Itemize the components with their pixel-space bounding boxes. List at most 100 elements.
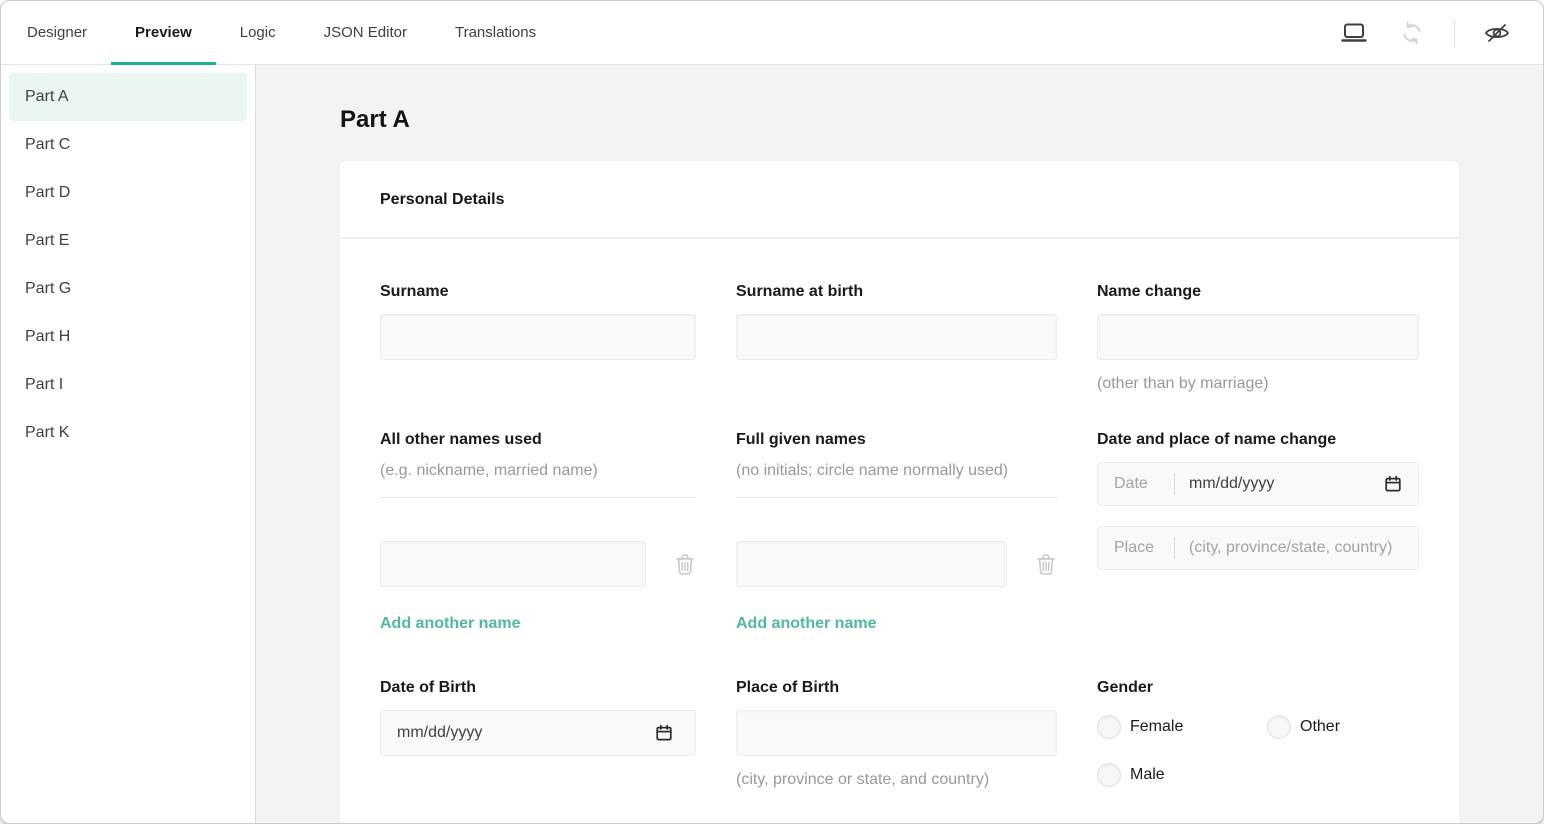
hide-invisible-fields-icon bbox=[1483, 21, 1511, 45]
tab-preview[interactable]: Preview bbox=[111, 1, 216, 64]
trash-icon bbox=[1036, 553, 1056, 575]
page-title: Part A bbox=[340, 105, 1459, 135]
add-other-name-link[interactable]: Add another name bbox=[380, 615, 520, 633]
tab-preview-label: Preview bbox=[135, 24, 192, 41]
given-name-entry-row bbox=[736, 541, 1057, 587]
input-prefix-divider bbox=[1174, 537, 1175, 559]
device-select-button[interactable] bbox=[1334, 13, 1374, 53]
dynamic-panel-separator bbox=[736, 497, 1057, 498]
tab-designer-label: Designer bbox=[27, 24, 87, 41]
full-given-names-description: (no initials; circle name normally used) bbox=[736, 462, 1057, 480]
question-name-change-details: Date and place of name change Date mm/dd… bbox=[1097, 431, 1419, 633]
sidebar-item-part-e[interactable]: Part E bbox=[9, 217, 247, 265]
gender-option-female[interactable]: Female bbox=[1097, 715, 1267, 739]
panel-header: Personal Details bbox=[340, 161, 1459, 239]
question-name-change: Name change (other than by marriage) bbox=[1097, 283, 1419, 393]
sidebar-item-part-g[interactable]: Part G bbox=[9, 265, 247, 313]
input-prefix-divider bbox=[1174, 473, 1175, 495]
place-of-birth-description: (city, province or state, and country) bbox=[736, 771, 1057, 789]
question-surname: Surname bbox=[380, 283, 696, 393]
calendar-icon bbox=[1384, 475, 1402, 493]
tab-designer[interactable]: Designer bbox=[3, 1, 111, 64]
sidebar-item-part-h[interactable]: Part H bbox=[9, 313, 247, 361]
tab-json-editor[interactable]: JSON Editor bbox=[300, 1, 431, 64]
date-of-birth-input[interactable]: mm/dd/yyyy bbox=[380, 710, 696, 756]
question-date-of-birth: Date of Birth mm/dd/yyyy bbox=[380, 679, 696, 789]
form-row-2: All other names used (e.g. nickname, mar… bbox=[380, 431, 1419, 633]
creator-tabs: Designer Preview Logic JSON Editor Trans… bbox=[1, 1, 560, 64]
personal-details-panel: Personal Details Surname Surname at birt… bbox=[340, 161, 1459, 823]
sidebar-item-part-k[interactable]: Part K bbox=[9, 409, 247, 457]
name-change-date-input[interactable]: Date mm/dd/yyyy bbox=[1097, 462, 1419, 506]
other-names-entry-row bbox=[380, 541, 696, 587]
tab-logic[interactable]: Logic bbox=[216, 1, 300, 64]
date-prefix-label: Date bbox=[1114, 475, 1160, 493]
preview-toolbar-actions bbox=[1334, 1, 1543, 64]
laptop-device-icon bbox=[1340, 22, 1368, 44]
sidebar-item-part-d[interactable]: Part D bbox=[9, 169, 247, 217]
radio-unchecked-icon bbox=[1097, 715, 1121, 739]
place-prefix-label: Place bbox=[1114, 539, 1160, 557]
question-gender: Gender Female Other bbox=[1097, 679, 1419, 789]
sidebar-item-part-a[interactable]: Part A bbox=[9, 73, 247, 121]
tab-json-editor-label: JSON Editor bbox=[324, 24, 407, 41]
remove-given-name-button[interactable] bbox=[1034, 552, 1057, 576]
toggle-invisible-button[interactable] bbox=[1477, 13, 1517, 53]
radio-unchecked-icon bbox=[1097, 763, 1121, 787]
gender-female-label: Female bbox=[1130, 718, 1183, 736]
calendar-icon bbox=[655, 724, 673, 742]
gender-option-male[interactable]: Male bbox=[1097, 763, 1267, 787]
page-navigation-sidebar: Part A Part C Part D Part E Part G Part … bbox=[1, 65, 256, 823]
tab-translations-label: Translations bbox=[455, 24, 536, 41]
dob-placeholder: mm/dd/yyyy bbox=[397, 724, 482, 742]
place-placeholder: (city, province/state, country) bbox=[1189, 539, 1392, 557]
remove-other-name-button[interactable] bbox=[673, 552, 696, 576]
question-other-names: All other names used (e.g. nickname, mar… bbox=[380, 431, 696, 633]
top-tab-bar: Designer Preview Logic JSON Editor Trans… bbox=[1, 1, 1543, 65]
tab-translations[interactable]: Translations bbox=[431, 1, 560, 64]
name-change-label: Name change bbox=[1097, 283, 1419, 301]
question-surname-at-birth: Surname at birth bbox=[736, 283, 1057, 393]
gender-male-label: Male bbox=[1130, 766, 1165, 784]
panel-body: Surname Surname at birth Name change (ot… bbox=[340, 239, 1459, 789]
name-change-details-label: Date and place of name change bbox=[1097, 431, 1419, 449]
form-row-3: Date of Birth mm/dd/yyyy bbox=[380, 679, 1419, 789]
toolbar-divider bbox=[1454, 19, 1455, 47]
tab-logic-label: Logic bbox=[240, 24, 276, 41]
name-change-place-input[interactable]: Place (city, province/state, country) bbox=[1097, 526, 1419, 570]
full-given-names-label: Full given names bbox=[736, 431, 1057, 449]
form-row-1: Surname Surname at birth Name change (ot… bbox=[380, 283, 1419, 393]
given-name-input[interactable] bbox=[736, 541, 1007, 587]
gender-options: Female Other Male bbox=[1097, 715, 1419, 787]
rotate-device-icon bbox=[1399, 20, 1425, 46]
name-change-input[interactable] bbox=[1097, 314, 1419, 360]
surname-input[interactable] bbox=[380, 314, 696, 360]
app-window: Designer Preview Logic JSON Editor Trans… bbox=[0, 0, 1544, 824]
question-full-given-names: Full given names (no initials; circle na… bbox=[736, 431, 1057, 633]
date-of-birth-label: Date of Birth bbox=[380, 679, 696, 697]
place-of-birth-label: Place of Birth bbox=[736, 679, 1057, 697]
gender-other-label: Other bbox=[1300, 718, 1340, 736]
gender-option-other[interactable]: Other bbox=[1267, 715, 1419, 739]
radio-unchecked-icon bbox=[1267, 715, 1291, 739]
survey-preview-area: Part A Personal Details Surname Surname … bbox=[256, 65, 1543, 823]
rotate-device-button[interactable] bbox=[1392, 13, 1432, 53]
date-placeholder: mm/dd/yyyy bbox=[1189, 475, 1274, 493]
panel-title: Personal Details bbox=[380, 191, 505, 208]
sidebar-item-part-c[interactable]: Part C bbox=[9, 121, 247, 169]
surname-at-birth-label: Surname at birth bbox=[736, 283, 1057, 301]
trash-icon bbox=[675, 553, 695, 575]
preview-main: Part A Part C Part D Part E Part G Part … bbox=[1, 65, 1543, 823]
sidebar-item-part-i[interactable]: Part I bbox=[9, 361, 247, 409]
surname-label: Surname bbox=[380, 283, 696, 301]
gender-label: Gender bbox=[1097, 679, 1419, 697]
other-name-input[interactable] bbox=[380, 541, 646, 587]
question-place-of-birth: Place of Birth (city, province or state,… bbox=[736, 679, 1057, 789]
other-names-description: (e.g. nickname, married name) bbox=[380, 462, 696, 480]
dynamic-panel-separator bbox=[380, 497, 696, 498]
surname-at-birth-input[interactable] bbox=[736, 314, 1057, 360]
place-of-birth-input[interactable] bbox=[736, 710, 1057, 756]
add-given-name-link[interactable]: Add another name bbox=[736, 615, 876, 633]
other-names-label: All other names used bbox=[380, 431, 696, 449]
name-change-description: (other than by marriage) bbox=[1097, 375, 1419, 393]
